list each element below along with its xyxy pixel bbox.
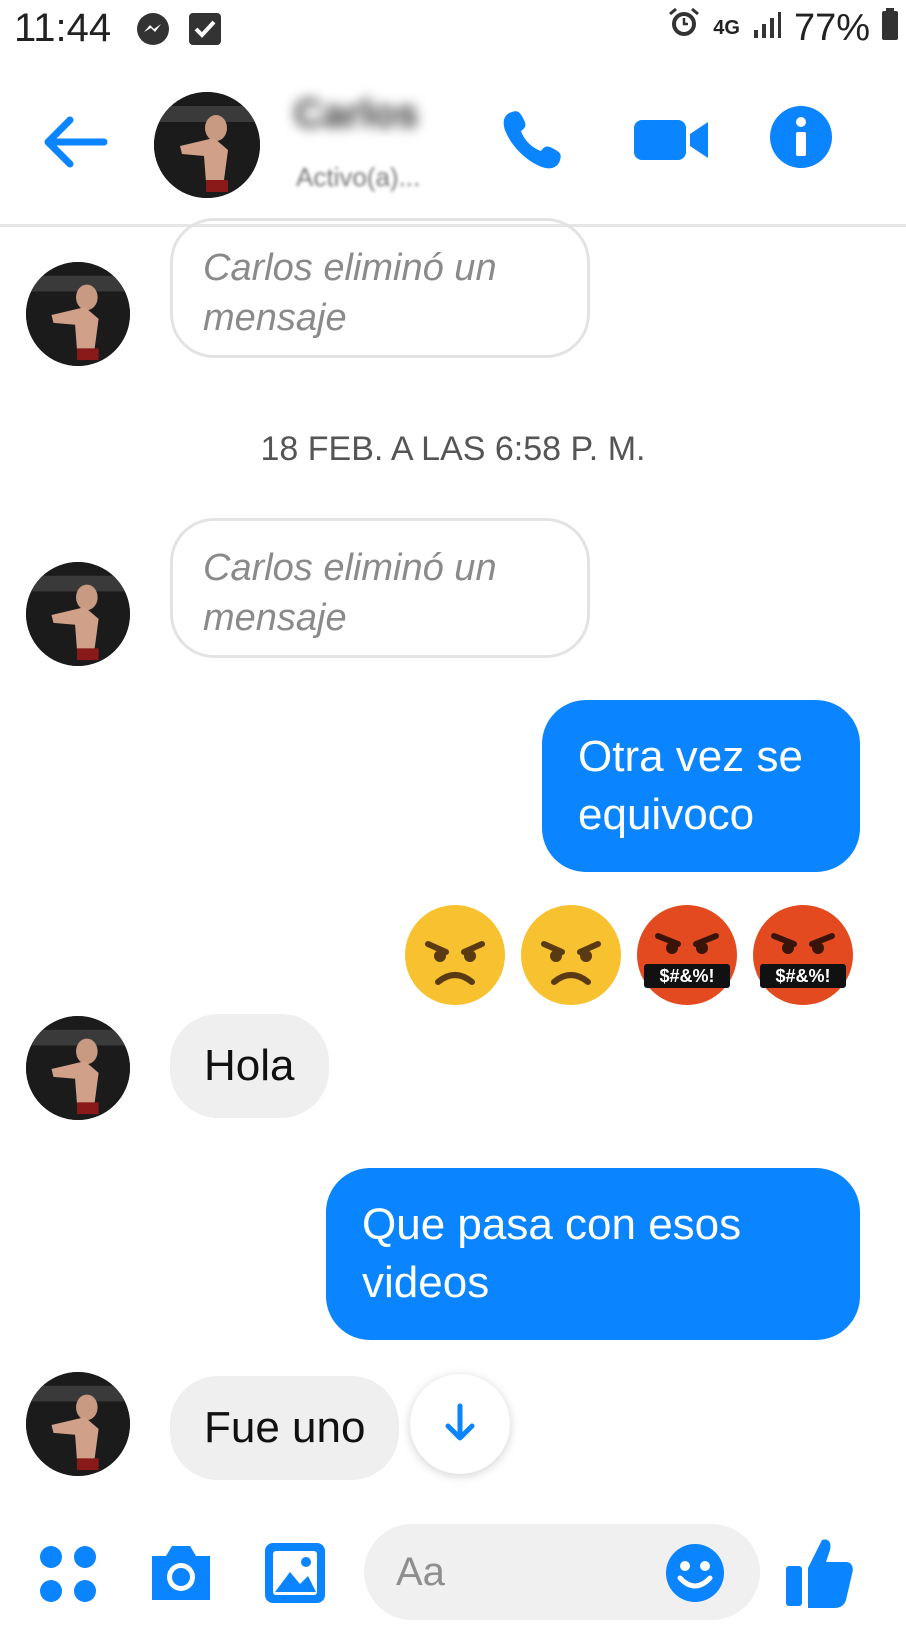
arrow-down-icon bbox=[445, 1403, 475, 1441]
cursing-face-emoji[interactable]: $#&%! bbox=[634, 902, 740, 1008]
status-right: 4G 77% bbox=[667, 6, 898, 50]
gallery-image-icon[interactable] bbox=[262, 1540, 328, 1611]
checkbox-notification-icon bbox=[188, 12, 222, 51]
apps-grid-icon[interactable] bbox=[38, 1544, 98, 1609]
battery-percent: 77% bbox=[793, 6, 870, 49]
sender-avatar[interactable] bbox=[26, 562, 130, 666]
message-composer: Aa bbox=[0, 1500, 906, 1635]
contact-avatar[interactable] bbox=[154, 92, 260, 198]
phone-call-icon[interactable] bbox=[498, 106, 566, 179]
cursing-symbols: $#&%! bbox=[775, 966, 830, 986]
conversation-header: Carlos Activo(a)... bbox=[0, 62, 906, 227]
alarm-icon bbox=[667, 6, 701, 50]
status-time: 11:44 bbox=[14, 6, 112, 50]
emoji-picker-icon[interactable] bbox=[664, 1542, 726, 1609]
back-arrow-icon[interactable] bbox=[38, 112, 110, 172]
deleted-message-bubble[interactable]: Carlos eliminó un mensaje bbox=[170, 218, 590, 358]
cursing-symbols: $#&%! bbox=[659, 966, 714, 986]
deleted-message-bubble[interactable]: Carlos eliminó un mensaje bbox=[170, 518, 590, 658]
outgoing-message-bubble[interactable]: Que pasa con esos videos bbox=[326, 1168, 860, 1340]
messenger-icon bbox=[136, 12, 170, 51]
camera-icon[interactable] bbox=[146, 1540, 216, 1611]
video-call-icon[interactable] bbox=[632, 110, 712, 175]
message-input-placeholder: Aa bbox=[396, 1550, 445, 1594]
angry-face-emoji[interactable] bbox=[518, 902, 624, 1008]
message-timestamp: 18 FEB. A LAS 6:58 P. M. bbox=[260, 430, 646, 468]
contact-status: Activo(a)... bbox=[296, 162, 421, 192]
thumbs-up-icon[interactable] bbox=[784, 1534, 856, 1615]
cursing-face-emoji[interactable]: $#&%! bbox=[750, 902, 856, 1008]
scroll-to-bottom-button[interactable] bbox=[410, 1374, 510, 1474]
sender-avatar[interactable] bbox=[26, 1372, 130, 1476]
battery-icon bbox=[882, 7, 898, 50]
sender-avatar[interactable] bbox=[26, 262, 130, 366]
signal-icon bbox=[752, 7, 782, 50]
status-bar: 11:44 4G 77% bbox=[0, 0, 906, 62]
network-label: 4G bbox=[713, 17, 740, 39]
angry-face-emoji[interactable] bbox=[402, 902, 508, 1008]
contact-name[interactable]: Carlos bbox=[294, 92, 419, 137]
info-icon[interactable] bbox=[768, 104, 834, 175]
incoming-message-bubble[interactable]: Fue uno bbox=[170, 1376, 400, 1480]
incoming-message-bubble[interactable]: Hola bbox=[170, 1014, 329, 1118]
outgoing-message-bubble[interactable]: Otra vez se equivoco bbox=[542, 700, 860, 872]
sender-avatar[interactable] bbox=[26, 1016, 130, 1120]
message-input[interactable]: Aa bbox=[364, 1524, 760, 1620]
emoji-row: $#&%! $#&%! bbox=[402, 902, 856, 1008]
